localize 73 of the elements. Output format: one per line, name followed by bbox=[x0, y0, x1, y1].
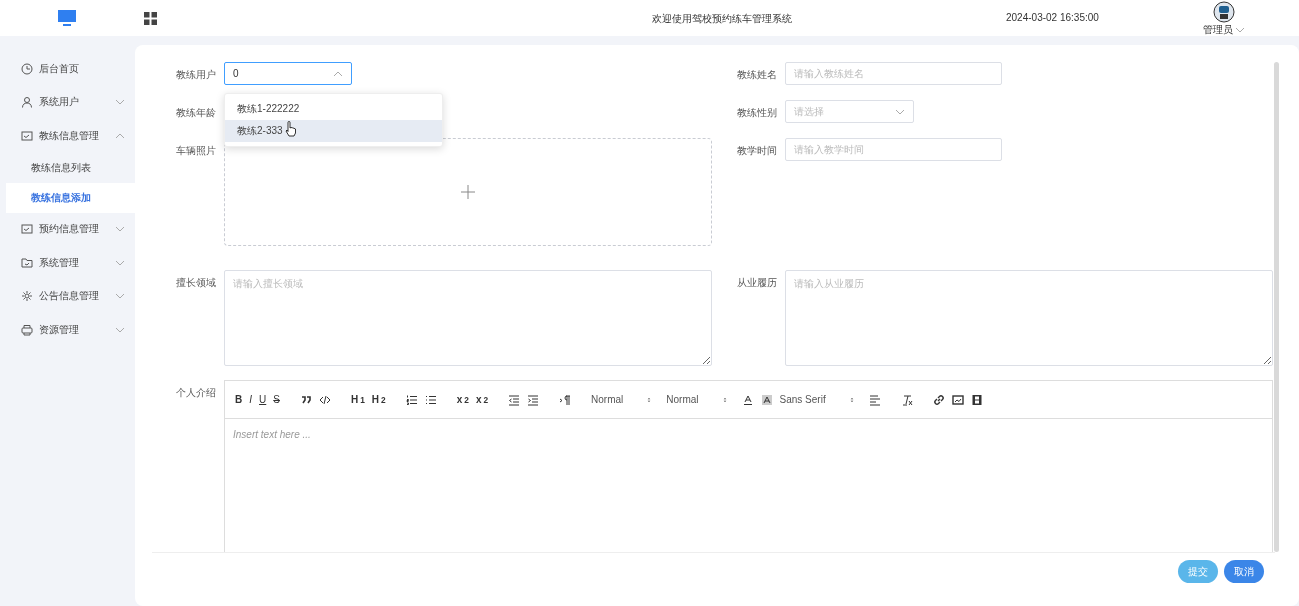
quote-icon bbox=[299, 393, 312, 406]
field-label: 教学时间 bbox=[736, 144, 777, 158]
paragraph-direction-icon bbox=[559, 393, 572, 406]
monitor-icon bbox=[58, 10, 76, 26]
field-label: 车辆照片 bbox=[175, 144, 216, 158]
text-field[interactable]: 请输入教学时间 bbox=[785, 138, 1002, 161]
italic-tool[interactable]: I bbox=[249, 394, 252, 405]
grid-menu-icon[interactable] bbox=[144, 11, 157, 25]
card-icon bbox=[21, 223, 33, 236]
sidebar-item[interactable]: 教练信息添加 bbox=[6, 182, 135, 213]
highlight-icon bbox=[760, 393, 773, 406]
clock-icon bbox=[21, 62, 33, 75]
chevron-down-icon bbox=[115, 99, 125, 106]
bold-tool[interactable]: B bbox=[235, 394, 243, 405]
field-label: 个人介绍 bbox=[175, 386, 216, 400]
select-field[interactable]: 0 bbox=[224, 62, 352, 85]
chevron-down-icon bbox=[895, 108, 905, 115]
text-area[interactable]: 请输入擅长领域 bbox=[224, 270, 712, 366]
code-icon bbox=[318, 393, 331, 406]
format-picker[interactable]: Normal bbox=[666, 394, 729, 405]
sidebar-item[interactable]: 系统用户 bbox=[0, 85, 135, 119]
indent-icon bbox=[527, 393, 540, 406]
printer-icon bbox=[21, 323, 33, 336]
field-label: 教练用户 bbox=[175, 68, 216, 82]
chevron-down-icon bbox=[115, 259, 125, 266]
sidebar-item[interactable]: 系统管理 bbox=[0, 246, 135, 280]
text-color-icon bbox=[741, 393, 754, 406]
chevron-up-icon bbox=[115, 132, 125, 139]
field-label: 教练年龄 bbox=[175, 106, 216, 120]
chevron-down-icon bbox=[1235, 27, 1245, 33]
chevron-down-icon bbox=[115, 326, 125, 333]
bullet-list-icon bbox=[424, 393, 437, 406]
field-label: 从业履历 bbox=[736, 276, 777, 290]
align-icon bbox=[868, 393, 881, 406]
user-name[interactable]: 管理员 bbox=[1203, 23, 1233, 37]
chevron-down-icon bbox=[115, 293, 125, 300]
numbered-list-icon bbox=[405, 393, 418, 406]
plus-icon bbox=[461, 185, 475, 199]
format-picker[interactable]: Sans Serif bbox=[779, 394, 856, 405]
field-label: 擅长领域 bbox=[175, 276, 216, 290]
field-label: 教练姓名 bbox=[736, 68, 777, 82]
text-field[interactable]: 请输入教练姓名 bbox=[785, 62, 1002, 85]
sidebar-item[interactable]: 教练信息列表 bbox=[0, 152, 135, 183]
film-icon bbox=[970, 393, 983, 406]
card-icon bbox=[21, 129, 33, 142]
sidebar-item[interactable]: 资源管理 bbox=[0, 313, 135, 347]
sidebar-item[interactable]: 后台首页 bbox=[0, 52, 135, 86]
cancel-button[interactable]: 取消 bbox=[1224, 560, 1264, 583]
text-area[interactable]: 请输入从业履历 bbox=[785, 270, 1273, 366]
format-picker[interactable]: Normal bbox=[591, 394, 654, 405]
folder-icon bbox=[21, 256, 33, 269]
chevron-down-icon bbox=[115, 226, 125, 233]
link-icon bbox=[932, 393, 945, 406]
hand-cursor-icon bbox=[285, 121, 297, 137]
sidebar-item[interactable]: 教练信息管理 bbox=[0, 119, 135, 153]
dropdown-option[interactable]: 教练2-333 bbox=[225, 120, 442, 142]
sidebar-item[interactable]: 公告信息管理 bbox=[0, 279, 135, 313]
outdent-icon bbox=[508, 393, 521, 406]
dropdown-option[interactable]: 教练1-222222 bbox=[225, 98, 442, 120]
strike-tool[interactable]: S bbox=[273, 394, 280, 405]
image-icon bbox=[951, 393, 964, 406]
user-icon bbox=[21, 96, 33, 109]
date-time: 2024-03-02 16:35:00 bbox=[1006, 12, 1099, 23]
editor-placeholder: Insert text here ... bbox=[232, 428, 312, 442]
app-title: 欢迎使用驾校预约练车管理系统 bbox=[652, 12, 792, 26]
field-label: 教练性别 bbox=[736, 106, 777, 120]
underline-tool[interactable]: U bbox=[259, 394, 267, 405]
chevron-up-icon bbox=[333, 70, 343, 77]
gear-icon bbox=[21, 290, 33, 303]
scrollbar[interactable] bbox=[1274, 62, 1279, 552]
avatar-icon[interactable] bbox=[1213, 1, 1235, 23]
clear-format-icon bbox=[900, 393, 913, 406]
sidebar-item[interactable]: 预约信息管理 bbox=[0, 212, 135, 246]
